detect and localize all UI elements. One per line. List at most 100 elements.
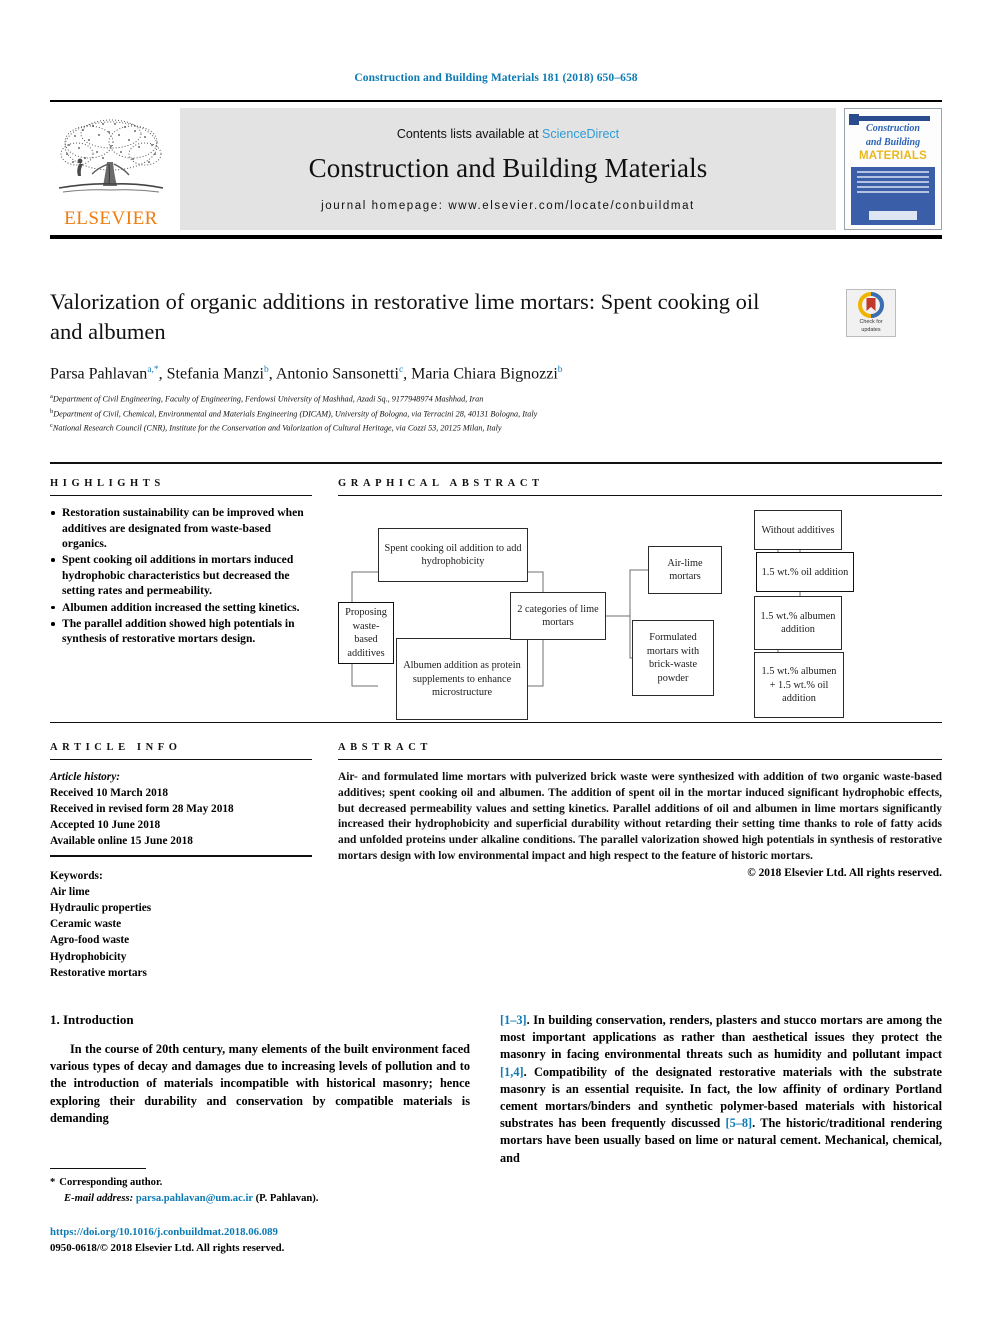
- journal-masthead: ELSEVIER Contents lists available at Sci…: [50, 100, 942, 239]
- keywords-block: Keywords: Air lime Hydraulic properties Ce…: [50, 868, 312, 980]
- graphical-abstract-rule: [338, 495, 942, 497]
- abstract-heading: ABSTRACT: [338, 742, 432, 753]
- author-name: Parsa Pahlavan: [50, 365, 148, 383]
- article-first-page: Construction and Building Materials 181 …: [0, 0, 992, 1323]
- article-history-block: Article history: Received 10 March 2018 R…: [50, 769, 312, 849]
- abstract-rule: [338, 759, 942, 761]
- article-history-items: Received 10 March 2018 Received in revise…: [50, 785, 312, 849]
- article-history-item: Received 10 March 2018: [50, 787, 169, 800]
- email-link[interactable]: parsa.pahlavan@um.ac.ir: [136, 1193, 253, 1204]
- contents-available-line: Contents lists available at ScienceDirec…: [397, 127, 619, 141]
- doi-link[interactable]: https://doi.org/10.1016/j.conbuildmat.20…: [50, 1225, 510, 1241]
- affiliation-line: bDepartment of Civil, Chemical, Environm…: [50, 407, 538, 419]
- affiliation-list: aDepartment of Civil Engineering, Facult…: [50, 392, 942, 435]
- elsevier-tree-icon: [58, 119, 164, 193]
- journal-cover-thumbnail: Construction and Building MATERIALS: [844, 108, 942, 230]
- running-head: Construction and Building Materials 181 …: [354, 72, 638, 84]
- citation-link[interactable]: [5–8]: [726, 1116, 753, 1130]
- crossmark-label-line1: Check for: [859, 319, 883, 326]
- article-info-section: ARTICLE INFO Article history: Received 1…: [50, 742, 312, 981]
- cover-subtitle-lines: [857, 171, 929, 196]
- cover-top-bar: [859, 116, 931, 121]
- sciencedirect-link[interactable]: ScienceDirect: [542, 127, 619, 141]
- affiliation-line: cNational Research Council (CNR), Instit…: [50, 422, 502, 433]
- article-history-label: Article history:: [50, 771, 120, 784]
- abstract-copyright: © 2018 Elsevier Ltd. All rights reserved…: [747, 866, 942, 879]
- highlight-item: The parallel addition showed high potent…: [50, 616, 312, 647]
- keyword-item: Agro-food waste: [50, 934, 130, 947]
- diagram-box-without-additives: Without additives: [754, 510, 842, 551]
- graphical-abstract-heading: GRAPHICAL ABSTRACT: [338, 478, 544, 489]
- keyword-item: Hydrophobicity: [50, 950, 127, 963]
- affiliation-line: aDepartment of Civil Engineering, Facult…: [50, 393, 484, 404]
- diagram-box-oil-1-5: 1.5 wt.% oil addition: [756, 552, 854, 593]
- diagram-box-two-categories: 2 categories of lime mortars: [510, 592, 606, 641]
- introduction-paragraph-left: In the course of 20th century, many elem…: [50, 1042, 470, 1125]
- crossmark-badge[interactable]: Check for updates: [846, 289, 896, 337]
- author-affiliation-mark: b: [263, 364, 269, 375]
- journal-homepage-link[interactable]: journal homepage: www.elsevier.com/locat…: [321, 200, 695, 212]
- journal-title: Construction and Building Materials: [308, 153, 708, 183]
- footnote-rule: [50, 1168, 146, 1170]
- highlights-section: HIGHLIGHTS Restoration sustainability ca…: [50, 478, 312, 648]
- highlight-item: Restoration sustainability can be improv…: [50, 505, 312, 551]
- abstract-section: ABSTRACT Air- and formulated lime mortar…: [338, 742, 942, 879]
- introduction-paragraph-right: [1–3]. In building conservation, renders…: [500, 1012, 942, 1167]
- cover-title-line3: MATERIALS: [858, 150, 928, 162]
- paragraph-text: . In building conservation, renders, pla…: [500, 1013, 942, 1062]
- doi-block: https://doi.org/10.1016/j.conbuildmat.20…: [50, 1225, 510, 1256]
- introduction-heading: 1. Introduction: [50, 1012, 134, 1027]
- corresponding-author-text: Corresponding author.: [59, 1177, 163, 1188]
- article-info-rule: [50, 759, 312, 761]
- diagram-box-air-lime-mortars: Air-lime mortars: [648, 546, 722, 595]
- page-title: Valorization of organic additions in res…: [50, 289, 760, 344]
- citation-link[interactable]: [1–3]: [500, 1013, 527, 1027]
- corresponding-author-star: *: [50, 1177, 56, 1188]
- diagram-box-albumen-plus-oil: 1.5 wt.% albumen + 1.5 wt.% oil addition: [754, 652, 844, 719]
- article-history-item: Received in revised form 28 May 2018: [50, 803, 234, 816]
- cover-elsevier-mark-icon: [849, 114, 859, 125]
- author-name: Antonio Sansonetti: [275, 365, 399, 383]
- section-divider-middle: [50, 722, 942, 724]
- diagram-box-oil-addition: Spent cooking oil addition to add hydrop…: [378, 528, 528, 583]
- cover-footer-bar: [869, 211, 917, 220]
- diagram-box-albumen-addition: Albumen addition as protein supplements …: [396, 638, 528, 721]
- diagram-box-albumen-1-5: 1.5 wt.% albumen addition: [754, 596, 842, 651]
- body-column-left: 1. Introduction In the course of 20th ce…: [50, 1012, 470, 1127]
- author-affiliation-mark: a,*: [147, 364, 159, 375]
- abstract-text: Air- and formulated lime mortars with pu…: [338, 771, 942, 862]
- article-info-heading: ARTICLE INFO: [50, 742, 182, 753]
- graphical-abstract-diagram: Proposing waste-based additives Spent co…: [338, 506, 942, 721]
- author-name: Maria Chiara Bignozzi: [411, 365, 558, 383]
- section-divider-top: [50, 462, 942, 464]
- elsevier-wordmark: ELSEVIER: [64, 208, 158, 229]
- keywords-label: Keywords:: [50, 870, 103, 883]
- contents-prefix: Contents lists available at: [396, 127, 543, 141]
- highlight-item: Spent cooking oil additions in mortars i…: [50, 552, 312, 598]
- keyword-item: Hydraulic properties: [50, 902, 152, 915]
- crossmark-icon: [858, 292, 884, 319]
- highlight-item: Albumen addition increased the setting k…: [50, 600, 312, 615]
- corresponding-author-note: * Corresponding author.: [50, 1175, 470, 1191]
- keyword-item: Restorative mortars: [50, 966, 147, 979]
- author-affiliation-mark: b: [557, 364, 563, 375]
- citation-link[interactable]: [1,4]: [500, 1065, 524, 1079]
- diagram-box-proposing: Proposing waste-based additives: [338, 602, 394, 665]
- email-suffix: (P. Pahlavan).: [255, 1192, 319, 1204]
- crossmark-label-line2: updates: [861, 327, 881, 333]
- author-affiliation-mark: c: [398, 364, 404, 375]
- cover-title-line2: and Building: [865, 136, 921, 148]
- title-block: Valorization of organic additions in res…: [50, 287, 942, 435]
- highlights-list: Restoration sustainability can be improv…: [50, 505, 312, 647]
- author-list: Parsa Pahlavana,*, Stefania Manzib, Anto…: [50, 364, 563, 383]
- article-history-item: Accepted 10 June 2018: [50, 819, 161, 832]
- elsevier-logo: ELSEVIER: [50, 108, 172, 230]
- footnote-block: * Corresponding author. E-mail address: p…: [50, 1175, 470, 1207]
- body-column-right: [1–3]. In building conservation, renders…: [500, 1012, 942, 1167]
- graphical-abstract-section: GRAPHICAL ABSTRACT Proposing waste-based…: [338, 478, 942, 721]
- author-name: Stefania Manzi: [166, 365, 264, 383]
- highlights-heading: HIGHLIGHTS: [50, 478, 165, 489]
- email-label: E-mail address:: [64, 1192, 134, 1204]
- keyword-item: Ceramic waste: [50, 918, 122, 931]
- article-history-item: Available online 15 June 2018: [50, 835, 193, 848]
